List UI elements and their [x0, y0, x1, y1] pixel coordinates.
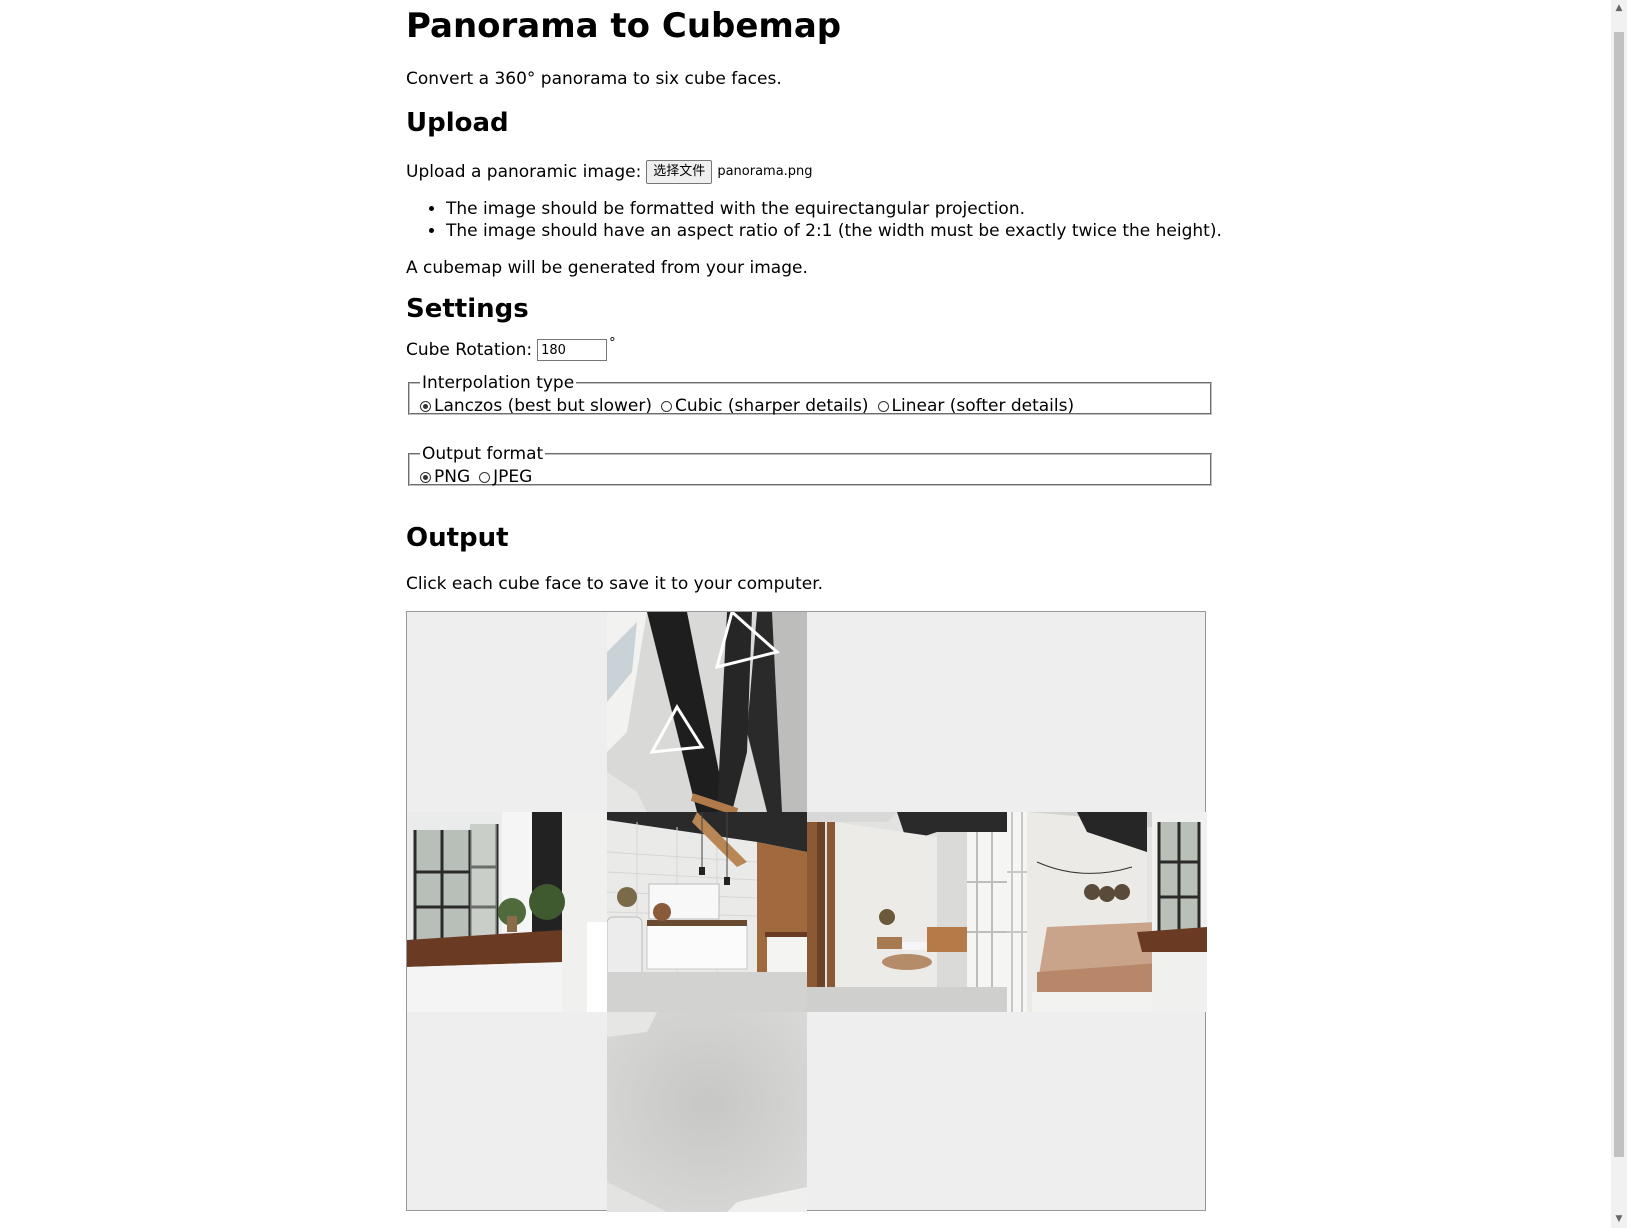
- rotation-row: Cube Rotation: °: [406, 337, 616, 363]
- rotation-unit: °: [609, 336, 616, 351]
- radio-unselected-icon[interactable]: [479, 471, 491, 483]
- upload-row: Upload a panoramic image: 选择文件 panorama.…: [406, 158, 813, 186]
- radio-unselected-icon[interactable]: [661, 400, 673, 412]
- rotation-input[interactable]: [537, 339, 608, 361]
- scroll-down-arrow-icon[interactable]: ▼: [1611, 1211, 1627, 1228]
- upload-label: Upload a panoramic image:: [406, 162, 642, 182]
- output-instructions: Click each cube face to save it to your …: [406, 574, 824, 594]
- output-heading: Output: [406, 523, 509, 553]
- radio-cubic[interactable]: Cubic (sharper details): [661, 395, 869, 417]
- radio-label: Cubic (sharper details): [675, 396, 869, 416]
- interpolation-legend: Interpolation type: [422, 373, 575, 393]
- radio-label: PNG: [434, 467, 471, 487]
- radio-png[interactable]: PNG: [420, 466, 470, 488]
- right-wall-image: [807, 812, 1007, 1012]
- radio-selected-icon[interactable]: [420, 471, 431, 483]
- cube-face-back[interactable]: [1007, 812, 1207, 1012]
- upload-notes-list: The image should be formatted with the e…: [406, 198, 1246, 242]
- radio-unselected-icon[interactable]: [877, 400, 889, 412]
- radio-label: Lanczos (best but slower): [434, 396, 653, 416]
- vertical-scrollbar[interactable]: ▲ ▼: [1611, 0, 1627, 1228]
- output-format-fieldset: Output format PNG JPEG: [408, 444, 1212, 488]
- radio-selected-icon[interactable]: [420, 400, 431, 412]
- list-item: The image should be formatted with the e…: [446, 198, 1246, 220]
- generated-note: A cubemap will be generated from your im…: [406, 258, 808, 278]
- scroll-up-arrow-icon[interactable]: ▲: [1611, 0, 1627, 17]
- radio-label: Linear (softer details): [891, 396, 1075, 416]
- ceiling-image: [607, 612, 807, 812]
- radio-lanczos[interactable]: Lanczos (best but slower): [420, 395, 652, 417]
- interpolation-fieldset: Interpolation type Lanczos (best but slo…: [408, 373, 1212, 417]
- cube-face-top[interactable]: [607, 612, 807, 812]
- rotation-label: Cube Rotation:: [406, 340, 533, 360]
- page-title: Panorama to Cubemap: [406, 6, 842, 46]
- upload-heading: Upload: [406, 108, 509, 138]
- radio-jpeg[interactable]: JPEG: [479, 466, 532, 488]
- intro-text: Convert a 360° panorama to six cube face…: [406, 69, 782, 89]
- settings-heading: Settings: [406, 294, 529, 324]
- output-format-legend: Output format: [422, 444, 544, 464]
- radio-label: JPEG: [493, 467, 533, 487]
- back-wall-image: [1007, 812, 1207, 1012]
- choose-file-button[interactable]: 选择文件: [646, 160, 713, 184]
- list-item: The image should have an aspect ratio of…: [446, 220, 1246, 242]
- radio-linear[interactable]: Linear (softer details): [877, 395, 1075, 417]
- cube-face-front[interactable]: [607, 812, 807, 1012]
- front-wall-image: [607, 812, 807, 1012]
- left-wall-image: [407, 812, 607, 1012]
- cube-face-right[interactable]: [807, 812, 1007, 1012]
- cubemap-preview: [406, 611, 1207, 1212]
- selected-file-name: panorama.png: [717, 164, 813, 179]
- cube-face-left[interactable]: [407, 812, 607, 1012]
- cube-face-bottom[interactable]: [607, 1012, 807, 1212]
- floor-image: [607, 1012, 807, 1212]
- scrollbar-thumb[interactable]: [1614, 32, 1624, 1157]
